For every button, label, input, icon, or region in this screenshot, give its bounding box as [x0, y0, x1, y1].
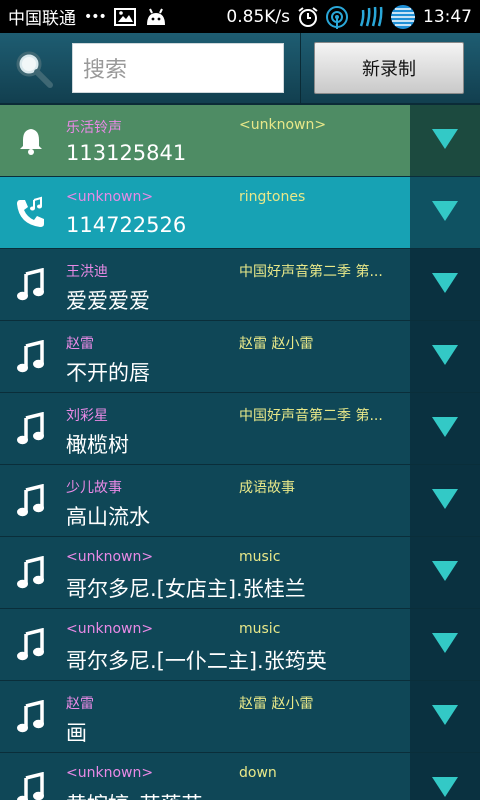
row-title: 画: [66, 721, 87, 745]
row-artist: <unknown>: [66, 549, 154, 565]
expand-button[interactable]: [410, 753, 480, 800]
phone-music-icon: [0, 177, 62, 248]
list-item[interactable]: <unknown> ringtones 114722526: [0, 177, 480, 249]
music-note-icon: [0, 537, 62, 608]
row-album: 成语故事: [239, 480, 295, 496]
row-album: 赵雷 赵小雷: [239, 336, 314, 352]
list-item[interactable]: <unknown> music 哥尔多尼.[女店主].张桂兰: [0, 537, 480, 609]
row-title: 哥尔多尼.[女店主].张桂兰: [66, 577, 306, 601]
row-album: 赵雷 赵小雷: [239, 696, 314, 712]
row-artist: 刘彩星: [66, 408, 108, 424]
top-toolbar: 搜索 新录制: [0, 33, 480, 105]
more-notifications-dots: •••: [84, 8, 107, 25]
row-album: 中国好声音第二季 第...: [239, 408, 383, 424]
search-input[interactable]: 搜索: [72, 43, 284, 93]
chevron-down-icon: [431, 200, 459, 226]
chevron-down-icon: [431, 416, 459, 442]
att-globe-icon: [390, 4, 416, 30]
list-item[interactable]: <unknown> down 黄婉婷_苏落花: [0, 753, 480, 800]
row-title: 哥尔多尼.[一仆二主].张筠英: [66, 649, 327, 673]
row-artist: <unknown>: [66, 189, 154, 205]
row-title: 113125841: [66, 141, 187, 165]
music-note-icon: [0, 393, 62, 464]
expand-button[interactable]: [410, 465, 480, 536]
status-bar: 中国联通 ••• 0.85K/s 13:47: [0, 0, 480, 33]
new-recording-button[interactable]: 新录制: [314, 42, 464, 94]
chevron-down-icon: [431, 272, 459, 298]
network-speed: 0.85K/s: [226, 6, 290, 27]
chevron-down-icon: [431, 560, 459, 586]
row-artist: <unknown>: [66, 621, 154, 637]
music-note-icon: [0, 465, 62, 536]
row-album: down: [239, 765, 277, 781]
ringtone-list: 乐活铃声 <unknown> 113125841 <unknown> ringtones…: [0, 105, 480, 800]
chevron-down-icon: [431, 704, 459, 730]
expand-button[interactable]: [410, 393, 480, 464]
row-artist: 赵雷: [66, 336, 94, 352]
expand-button[interactable]: [410, 681, 480, 752]
row-album: <unknown>: [239, 117, 327, 133]
row-album: music: [239, 549, 281, 565]
music-note-icon: [0, 609, 62, 680]
chevron-down-icon: [431, 488, 459, 514]
signal-strength-icon: [359, 6, 383, 28]
android-icon: [144, 7, 168, 27]
clock: 13:47: [423, 6, 472, 27]
list-item[interactable]: 王洪迪 中国好声音第二季 第... 爱爱爱爱: [0, 249, 480, 321]
list-item[interactable]: <unknown> music 哥尔多尼.[一仆二主].张筠英: [0, 609, 480, 681]
chevron-down-icon: [431, 344, 459, 370]
expand-button[interactable]: [410, 537, 480, 608]
row-album: 中国好声音第二季 第...: [239, 264, 383, 280]
row-artist: 少儿故事: [66, 480, 122, 496]
expand-button[interactable]: [410, 321, 480, 392]
wifi-signal-icon: [326, 5, 352, 29]
search-placeholder: 搜索: [83, 58, 128, 83]
row-title: 黄婉婷_苏落花: [66, 789, 406, 800]
expand-button[interactable]: [410, 249, 480, 320]
music-note-icon: [0, 753, 62, 800]
list-item[interactable]: 少儿故事 成语故事高山流水: [0, 465, 480, 537]
row-album: ringtones: [239, 189, 306, 205]
row-title: 高山流水: [66, 505, 150, 529]
row-title: 橄榄树: [66, 433, 129, 457]
expand-button[interactable]: [410, 609, 480, 680]
new-recording-label: 新录制: [362, 59, 416, 80]
carrier-label: 中国联通: [8, 9, 76, 29]
music-note-icon: [0, 321, 62, 392]
row-title: 114722526: [66, 213, 187, 237]
expand-button[interactable]: [410, 105, 480, 176]
row-artist: 王洪迪: [66, 264, 108, 280]
music-note-icon: [0, 249, 62, 320]
alarm-icon: [297, 6, 319, 28]
chevron-down-icon: [431, 776, 459, 800]
row-title: 爱爱爱爱: [66, 289, 150, 313]
toolbar-divider: [300, 33, 301, 105]
list-item[interactable]: 赵雷 赵雷 赵小雷不开的唇: [0, 321, 480, 393]
list-item[interactable]: 乐活铃声 <unknown> 113125841: [0, 105, 480, 177]
image-notification-icon: [113, 7, 136, 26]
music-note-icon: [0, 681, 62, 752]
chevron-down-icon: [431, 632, 459, 658]
row-artist: 乐活铃声: [66, 120, 122, 136]
list-item[interactable]: 赵雷 赵雷 赵小雷画: [0, 681, 480, 753]
row-artist: 赵雷: [66, 696, 94, 712]
list-item[interactable]: 刘彩星 中国好声音第二季 第... 橄榄树: [0, 393, 480, 465]
row-album: music: [239, 621, 281, 637]
bell-icon: [0, 105, 62, 176]
chevron-down-icon: [431, 128, 459, 154]
row-title: 不开的唇: [66, 361, 150, 385]
search-icon[interactable]: [14, 49, 54, 89]
row-artist: <unknown>: [66, 765, 154, 781]
expand-button[interactable]: [410, 177, 480, 248]
